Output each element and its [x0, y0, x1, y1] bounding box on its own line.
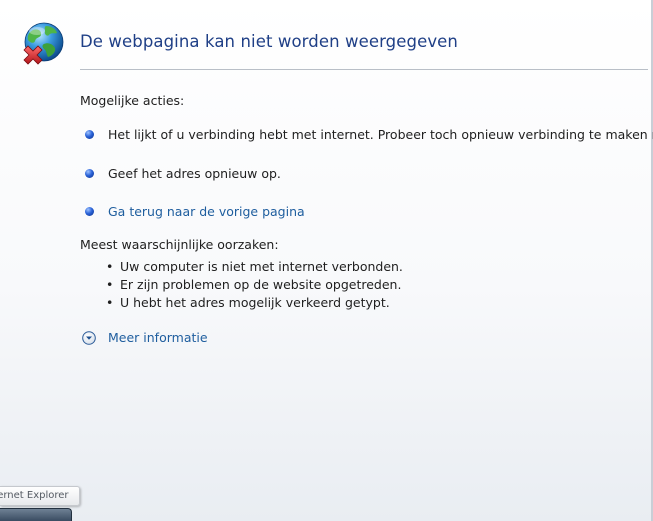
globe-error-icon [23, 22, 64, 65]
action-text: Geef het adres opnieuw op. [108, 166, 281, 181]
cause-text: Er zijn problemen op de website opgetred… [120, 277, 402, 292]
bullet-icon [85, 169, 94, 178]
action-item-reconnect: Het lijkt of u verbinding hebt met inter… [84, 127, 653, 147]
list-item: • Er zijn problemen op de website opgetre… [106, 277, 402, 292]
bullet-icon [85, 130, 94, 139]
causes-list: • Uw computer is niet met internet verbon… [106, 258, 403, 312]
chevron-down-circle-icon[interactable] [82, 331, 96, 345]
bullet-icon [85, 207, 94, 216]
more-info-link[interactable]: Meer informatie [108, 330, 208, 345]
list-item: • Uw computer is niet met internet verbon… [106, 259, 403, 274]
error-page: De webpagina kan niet worden weergegeven… [0, 0, 653, 521]
causes-heading: Meest waarschijnlijke oorzaken: [80, 237, 279, 252]
taskbar-button-internet-explorer[interactable] [0, 508, 72, 521]
taskbar-tooltip: Internet Explorer [0, 486, 80, 506]
title-divider [80, 69, 648, 70]
list-item: • U hebt het adres mogelijk verkeerd gety… [106, 295, 390, 310]
action-text: Het lijkt of u verbinding hebt met inter… [108, 127, 653, 142]
action-item-go-back[interactable]: Ga terug naar de vorige pagina [84, 204, 653, 224]
cause-text: Uw computer is niet met internet verbond… [120, 259, 403, 274]
actions-heading: Mogelijke acties: [80, 93, 185, 108]
action-item-retype-address: Geef het adres opnieuw op. [84, 166, 653, 186]
page-title: De webpagina kan niet worden weergegeven [80, 32, 458, 51]
go-back-link[interactable]: Ga terug naar de vorige pagina [108, 204, 305, 219]
tooltip-text: Internet Explorer [0, 490, 69, 501]
cause-text: U hebt het adres mogelijk verkeerd getyp… [120, 295, 390, 310]
